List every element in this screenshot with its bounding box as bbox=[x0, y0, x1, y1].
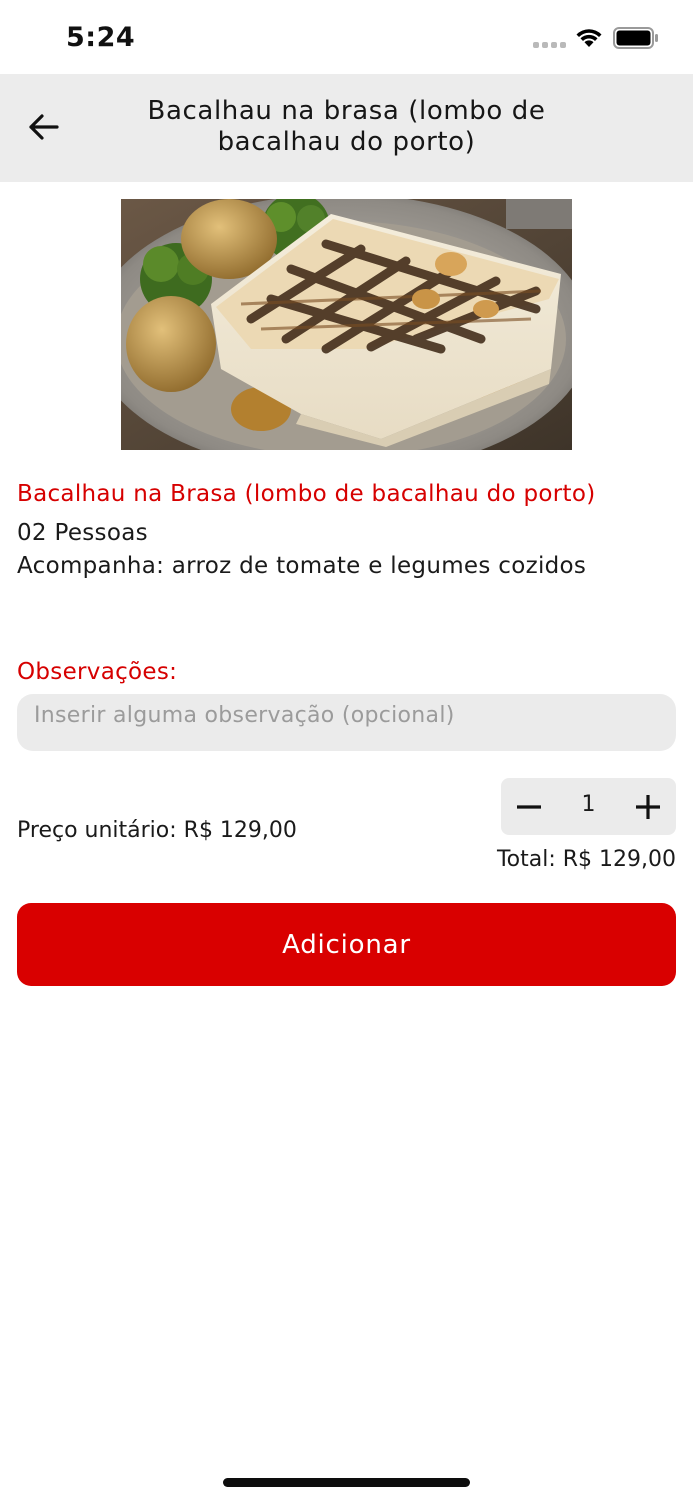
notes-input[interactable] bbox=[17, 694, 676, 751]
product-detail-screen: 5:24 Bacalhau na brasa (lombo de bacalha… bbox=[0, 0, 693, 1500]
back-button[interactable] bbox=[20, 104, 66, 150]
battery-icon bbox=[613, 27, 659, 53]
quantity-value: 1 bbox=[581, 792, 596, 817]
add-to-cart-button[interactable]: Adicionar bbox=[17, 903, 676, 986]
product-image bbox=[121, 199, 572, 450]
plus-icon bbox=[636, 794, 660, 819]
home-indicator[interactable] bbox=[223, 1478, 470, 1487]
arrow-left-icon bbox=[29, 114, 59, 140]
product-servings: 02 Pessoas bbox=[17, 520, 148, 546]
total-price: Total: R$ 129,00 bbox=[496, 847, 676, 872]
minus-icon bbox=[517, 804, 541, 809]
decrease-quantity-button[interactable] bbox=[501, 778, 557, 835]
product-side-dish: Acompanha: arroz de tomate e legumes coz… bbox=[17, 553, 587, 579]
status-bar: 5:24 bbox=[0, 0, 693, 74]
status-time: 5:24 bbox=[66, 22, 136, 53]
app-header: Bacalhau na brasa (lombo de bacalhau do … bbox=[0, 74, 693, 182]
page-title: Bacalhau na brasa (lombo de bacalhau do … bbox=[147, 96, 546, 157]
increase-quantity-button[interactable] bbox=[620, 778, 676, 835]
product-name: Bacalhau na Brasa (lombo de bacalhau do … bbox=[17, 481, 596, 507]
unit-price: Preço unitário: R$ 129,00 bbox=[17, 818, 297, 843]
signal-icon bbox=[533, 42, 567, 50]
quantity-stepper: 1 bbox=[501, 778, 676, 835]
wifi-icon bbox=[574, 26, 604, 52]
notes-label: Observações: bbox=[17, 659, 178, 685]
